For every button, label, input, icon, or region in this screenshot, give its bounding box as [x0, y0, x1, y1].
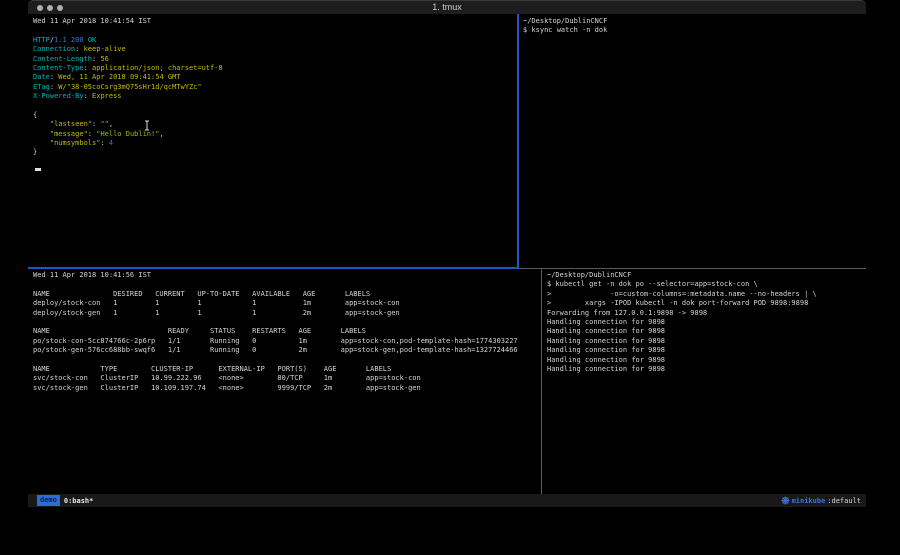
terminal-line [33, 26, 517, 35]
text-cursor-icon [144, 120, 150, 131]
terminal-line: ~/Desktop/DublinCNCF [523, 17, 866, 26]
terminal-cursor [35, 168, 41, 171]
terminal-line: X-Powered-By: Express [33, 92, 517, 101]
tmux-status-bar: demo 0:bash* minikube:default [28, 494, 866, 507]
terminal-line: Handling connection for 9898 [547, 327, 866, 336]
terminal-line: po/stock-gen-576cc688bb-swqf6 1/1 Runnin… [33, 346, 541, 355]
terminal-line: Connection: keep-alive [33, 45, 517, 54]
pane-http-response[interactable]: Wed 11 Apr 2018 10:41:54 IST HTTP/1.1 200… [28, 14, 517, 267]
terminal-line: Handling connection for 9898 [547, 356, 866, 365]
status-right: minikube:default [781, 496, 861, 505]
terminal-line: HTTP/1.1 200 OK [33, 36, 517, 45]
pane-ksync-watch[interactable]: ~/Desktop/DublinCNCF$ ksync watch -n dok [519, 14, 866, 267]
terminal-line: Handling connection for 9898 [547, 318, 866, 327]
window-titlebar[interactable]: 1. tmux [28, 0, 866, 14]
terminal-window: 1. tmux Wed 11 Apr 2018 10:41:54 IST HTTP… [28, 0, 866, 507]
desktop: 1. tmux Wed 11 Apr 2018 10:41:54 IST HTTP… [0, 0, 900, 555]
terminal-line: Content-Type: application/json; charset=… [33, 64, 517, 73]
terminal-line: po/stock-con-5cc874766c-2p6rp 1/1 Runnin… [33, 337, 541, 346]
terminal-line [33, 356, 541, 365]
terminal-line: Forwarding from 127.0.0.1:9898 -> 9898 [547, 309, 866, 318]
terminal-line: deploy/stock-con 1 1 1 1 1m app=stock-co… [33, 299, 541, 308]
terminal-line: svc/stock-con ClusterIP 10.99.222.96 <no… [33, 374, 541, 383]
terminal-line: $ ksync watch -n dok [523, 26, 866, 35]
terminal-line: NAME READY STATUS RESTARTS AGE LABELS [33, 327, 541, 336]
terminal-line: "lastseen": "", [33, 120, 517, 129]
terminal-line: Wed 11 Apr 2018 10:41:54 IST [33, 17, 517, 26]
session-name-badge[interactable]: demo [37, 495, 60, 506]
terminal-line: > -o=custom-columns=:metadata.name --no-… [547, 290, 866, 299]
terminal-line: "message": "Hello Dublin!", [33, 130, 517, 139]
terminal-line: $ kubectl get -n dok po --selector=app=s… [547, 280, 866, 289]
terminal-line: { [33, 111, 517, 120]
terminal-line: NAME TYPE CLUSTER-IP EXTERNAL-IP PORT(S)… [33, 365, 541, 374]
terminal-line: Handling connection for 9898 [547, 346, 866, 355]
terminal-line: NAME DESIRED CURRENT UP-TO-DATE AVAILABL… [33, 290, 541, 299]
tmux-session: Wed 11 Apr 2018 10:41:54 IST HTTP/1.1 200… [28, 14, 866, 494]
pane-kubectl-get[interactable]: Wed 11 Apr 2018 10:41:56 IST NAME DESIRED… [28, 269, 541, 494]
pane-port-forward[interactable]: ~/Desktop/DublinCNCF$ kubectl get -n dok… [543, 269, 866, 494]
terminal-line: "numsymbols": 4 [33, 139, 517, 148]
terminal-line: Handling connection for 9898 [547, 365, 866, 374]
kubernetes-helm-icon [781, 496, 790, 505]
terminal-line: } [33, 148, 517, 157]
terminal-line: ~/Desktop/DublinCNCF [547, 271, 866, 280]
terminal-line: > xargs -IPOD kubectl -n dok port-forwar… [547, 299, 866, 308]
terminal-line: svc/stock-gen ClusterIP 10.109.197.74 <n… [33, 384, 541, 393]
pane-divider-vertical-bottom[interactable] [541, 269, 542, 494]
terminal-line [33, 102, 517, 111]
terminal-line [33, 280, 541, 289]
terminal-line: deploy/stock-gen 1 1 1 1 2m app=stock-ge… [33, 309, 541, 318]
terminal-line: ETag: W/"38-05coCsrg3mQ75sHr1d/qcMTwYZc" [33, 83, 517, 92]
terminal-line: Content-Length: 56 [33, 55, 517, 64]
kube-namespace: :default [827, 497, 861, 505]
terminal-line: Handling connection for 9898 [547, 337, 866, 346]
window-title: 1. tmux [28, 1, 866, 14]
terminal-line: Wed 11 Apr 2018 10:41:56 IST [33, 271, 541, 280]
kube-context[interactable]: minikube [792, 497, 826, 505]
terminal-line [33, 318, 541, 327]
terminal-line: Date: Wed, 11 Apr 2018 09:41:54 GMT [33, 73, 517, 82]
window-tab-bash[interactable]: 0:bash* [64, 497, 94, 505]
